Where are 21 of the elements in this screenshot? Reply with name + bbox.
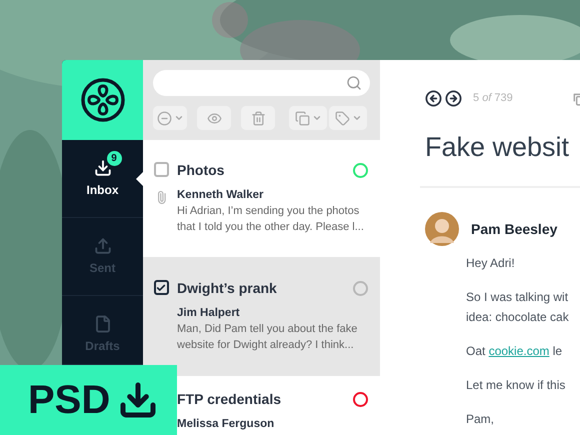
body-paragraph: Hey Adri! bbox=[466, 255, 516, 272]
message-sender: Kenneth Walker bbox=[177, 188, 264, 202]
message-sender: Jim Halpert bbox=[177, 306, 241, 320]
body-paragraph: Oat cookie.com le bbox=[466, 343, 564, 360]
message-sender: Melissa Ferguson bbox=[177, 417, 276, 431]
message-preview: Man, Did Pam tell you about the fake website for Dwight already? I think... bbox=[177, 322, 358, 353]
message-item[interactable]: Photos Kenneth Walker Hi Adrian, I’m sending you the photos that I told you the other day. Please l... bbox=[143, 140, 380, 257]
sidebar-label: Inbox bbox=[86, 182, 118, 198]
message-subject: Dwight’s prank bbox=[177, 280, 277, 296]
download-banner[interactable]: PSD bbox=[0, 365, 177, 435]
body-paragraph: So I was talking wit idea: chocolate cak bbox=[466, 289, 570, 326]
body-paragraph: Pam, bbox=[466, 411, 496, 428]
unread-badge: 9 bbox=[106, 150, 122, 166]
author-name: Pam Beesley bbox=[471, 220, 558, 239]
message-counter: 5 of 739 bbox=[473, 91, 513, 106]
message-title: Fake websit bbox=[424, 131, 570, 164]
message-subject: Photos bbox=[177, 162, 224, 178]
message-preview: Hi Adrian, I’m sending you the photos that I told you the other day. Please l... bbox=[177, 204, 365, 235]
message-subject: FTP credentials bbox=[177, 391, 282, 407]
body-paragraph: Let me know if this bbox=[466, 377, 566, 394]
banner-label: PSD bbox=[28, 380, 110, 420]
